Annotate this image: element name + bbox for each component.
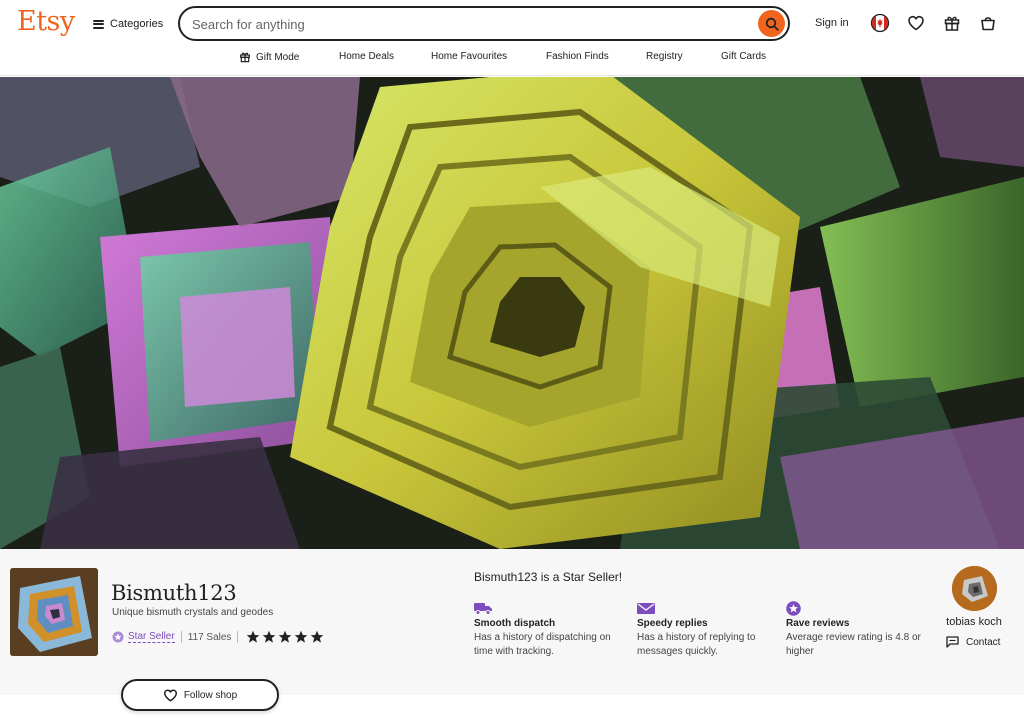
feature-title: Rave reviews <box>786 618 850 629</box>
shop-tagline: Unique bismuth crystals and geodes <box>112 607 274 618</box>
message-icon <box>946 636 959 648</box>
star-seller-title: Bismuth123 is a Star Seller! <box>474 570 623 584</box>
shop-info-section: Bismuth123 Unique bismuth crystals and g… <box>0 549 1024 695</box>
contact-button[interactable]: Contact <box>946 636 1000 648</box>
subnav-item-home-favourites[interactable]: Home Favourites <box>431 51 507 62</box>
feature-speedy-replies: Speedy replies Has a history of replying… <box>637 601 777 659</box>
search-bar <box>178 6 790 41</box>
star-icon <box>295 630 308 643</box>
heart-icon <box>163 689 177 702</box>
contact-label: Contact <box>966 636 1001 648</box>
sub-navigation: Gift Mode Home Deals Home Favourites Fas… <box>0 48 1024 68</box>
favourites-button[interactable] <box>905 12 927 34</box>
subnav-item-fashion-finds[interactable]: Fashion Finds <box>546 51 609 62</box>
feature-description: Has a history of dispatching on time wit… <box>474 632 611 657</box>
region-button[interactable] <box>869 12 891 34</box>
sales-count: 117 Sales <box>187 631 232 643</box>
shopping-bag-icon <box>981 17 995 31</box>
subnav-item-registry[interactable]: Registry <box>646 51 683 62</box>
truck-icon <box>474 603 492 615</box>
rating-stars[interactable] <box>246 630 324 644</box>
shop-banner-image <box>0 77 1024 549</box>
feature-smooth-dispatch: Smooth dispatch Has a history of dispatc… <box>474 601 614 659</box>
star-badge-icon <box>786 601 801 616</box>
star-icon <box>247 630 260 643</box>
canada-flag-icon <box>870 13 890 33</box>
divider <box>237 631 239 643</box>
subnav-item-home-deals[interactable]: Home Deals <box>339 51 394 62</box>
subnav-item-gift-mode[interactable]: Gift Mode <box>239 51 299 63</box>
star-icon <box>279 630 292 643</box>
subnav-label: Gift Mode <box>256 51 300 63</box>
bismuth-thumbnail-image <box>10 568 98 656</box>
star-seller-badge-icon <box>112 631 124 643</box>
search-button[interactable] <box>758 10 785 37</box>
cart-button[interactable] <box>977 12 999 34</box>
feature-title: Smooth dispatch <box>474 618 556 629</box>
divider <box>180 631 182 643</box>
shop-name: Bismuth123 <box>111 581 237 605</box>
etsy-logo[interactable]: Etsy <box>17 6 75 37</box>
search-icon <box>765 17 779 31</box>
star-icon <box>311 630 324 643</box>
avatar[interactable] <box>951 566 997 611</box>
bismuth-crystal-image <box>0 77 1024 549</box>
star-icon <box>263 630 276 643</box>
gift-icon <box>944 16 960 31</box>
subnav-item-gift-cards[interactable]: Gift Cards <box>721 51 766 62</box>
follow-label: Follow shop <box>183 689 238 701</box>
feature-description: Has a history of replying to messages qu… <box>637 632 756 657</box>
heart-icon <box>908 15 924 31</box>
categories-button[interactable]: Categories <box>93 15 163 33</box>
feature-title: Speedy replies <box>637 618 708 629</box>
shop-owner: tobias koch <box>938 566 1010 628</box>
categories-label: Categories <box>110 18 164 30</box>
owner-avatar-image <box>951 566 997 611</box>
gift-button[interactable] <box>941 12 963 34</box>
feature-rave-reviews: Rave reviews Average review rating is 4.… <box>786 601 926 659</box>
shop-icon-image[interactable] <box>10 568 98 656</box>
gift-icon <box>240 52 250 63</box>
site-header: Etsy Categories Sign in <box>0 0 1024 76</box>
star-seller-link[interactable]: Star Seller <box>128 631 175 643</box>
follow-shop-button[interactable]: Follow shop <box>121 679 279 711</box>
shop-meta: Star Seller 117 Sales <box>112 629 324 645</box>
envelope-icon <box>637 603 655 614</box>
sign-in-link[interactable]: Sign in <box>815 17 849 29</box>
menu-icon <box>93 19 104 29</box>
feature-description: Average review rating is 4.8 or higher <box>786 632 921 657</box>
owner-name: tobias koch <box>946 616 1002 628</box>
search-input[interactable] <box>192 15 752 33</box>
